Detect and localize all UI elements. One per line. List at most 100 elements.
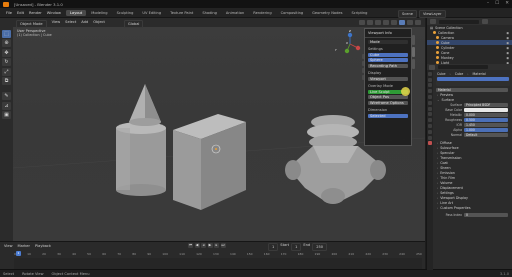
n-panel-field-viewport[interactable]: Viewport (368, 76, 408, 81)
tab-tool-icon[interactable] (428, 71, 432, 76)
n-panel-mode-bar[interactable]: Live Sculpt (368, 86, 410, 96)
rotate-tool-icon[interactable]: ↻ (2, 58, 11, 66)
properties-section[interactable]: › Custom Properties (434, 205, 512, 210)
select-box-icon[interactable]: ⬚ (2, 29, 11, 38)
jump-end-icon[interactable]: ⏭ (220, 243, 226, 248)
gizmo-toggle-icon[interactable] (367, 19, 373, 25)
close-icon[interactable]: ✕ (505, 1, 509, 6)
shading-wireframe-icon[interactable] (391, 19, 397, 25)
cursor-tool-icon[interactable]: ⊕ (2, 39, 11, 47)
current-frame-field[interactable]: 1 (268, 243, 279, 251)
scale-tool-icon[interactable]: ⤢ (2, 67, 11, 76)
add-cube-tool-icon[interactable]: ▣ (2, 111, 11, 119)
property-value-field[interactable]: Principled BSDF (464, 102, 508, 107)
tab-render-icon[interactable] (428, 77, 432, 82)
property-value-field[interactable]: 1.450 (464, 122, 508, 127)
tab-animation[interactable]: Animation (222, 10, 248, 16)
measure-tool-icon[interactable]: ⊿ (2, 101, 11, 110)
tab-data-icon[interactable] (428, 135, 432, 140)
menu-view[interactable]: View (52, 20, 61, 28)
material-slot-selected[interactable] (437, 77, 509, 81)
material-name-field[interactable]: Material (436, 87, 508, 92)
visibility-eye-icon[interactable]: ◉ (506, 36, 509, 40)
tab-scene-icon[interactable] (428, 94, 432, 99)
tab-particles-icon[interactable] (428, 118, 432, 123)
tab-scripting[interactable]: Scripting (347, 10, 371, 16)
mode-selector[interactable]: Object Mode (16, 20, 47, 28)
property-value-field[interactable]: 1.000 (464, 127, 508, 132)
shading-solid-icon[interactable] (399, 19, 405, 25)
pass-index-field[interactable]: 0 (464, 212, 508, 217)
tab-material-icon[interactable] (428, 141, 432, 146)
menu-edit[interactable]: Edit (17, 11, 24, 15)
menu-select[interactable]: Select (65, 20, 76, 28)
menu-object[interactable]: Object (93, 20, 105, 28)
properties-search-input[interactable] (438, 65, 488, 69)
n-panel-wireframe-button[interactable]: Wireframe Options (368, 100, 408, 105)
tab-compositing[interactable]: Compositing (277, 10, 308, 16)
shading-rendered-icon[interactable] (415, 19, 421, 25)
scene-selector[interactable]: Scene (398, 9, 417, 18)
visibility-eye-icon[interactable]: ◉ (506, 56, 509, 60)
menu-window[interactable]: Window (47, 11, 61, 15)
visibility-icon[interactable] (359, 19, 365, 25)
tab-object-icon[interactable] (428, 106, 432, 111)
axis-z-label[interactable]: Z (349, 29, 351, 33)
n-panel-item-recording-path[interactable]: Recording Path (368, 63, 408, 68)
menu-file[interactable]: File (6, 11, 12, 15)
n-panel-field[interactable]: Mode (368, 39, 408, 44)
next-keyframe-icon[interactable]: ▸ (214, 243, 219, 248)
axis-y-label[interactable]: Y (335, 48, 337, 52)
property-value-field[interactable]: 0.500 (464, 117, 508, 122)
properties-type-icon[interactable] (429, 64, 435, 70)
tab-constraints-icon[interactable] (428, 129, 432, 134)
xray-toggle-icon[interactable] (383, 19, 389, 25)
tab-layout[interactable]: Layout (66, 9, 87, 16)
outliner-search-input[interactable] (439, 19, 479, 24)
tab-output-icon[interactable] (428, 83, 432, 88)
visibility-eye-icon[interactable]: ◉ (506, 51, 509, 55)
minimize-icon[interactable]: – (487, 1, 489, 6)
n-panel-section-settings[interactable]: Settings (365, 45, 411, 51)
outliner-display-mode-icon[interactable] (430, 19, 436, 24)
menu-render[interactable]: Render (29, 11, 42, 15)
maximize-icon[interactable]: ☐ (495, 1, 499, 6)
playhead[interactable]: 1 (16, 251, 21, 256)
tab-physics-icon[interactable] (428, 123, 432, 128)
tab-world-icon[interactable] (428, 100, 432, 105)
prev-keyframe-icon[interactable]: ◀ (194, 243, 200, 248)
tab-geometry-nodes[interactable]: Geometry Nodes (308, 10, 346, 16)
play-icon[interactable]: ▶ (207, 243, 213, 248)
overlay-toggle-icon[interactable] (375, 19, 381, 25)
visibility-eye-icon[interactable]: ◉ (506, 41, 509, 45)
visibility-eye-icon[interactable]: ◉ (506, 46, 509, 50)
move-tool-icon[interactable]: ✥ (2, 48, 11, 57)
n-panel-selected-button[interactable]: Selected (368, 113, 408, 118)
keyframe-track[interactable] (14, 258, 422, 269)
tab-view-layer-icon[interactable] (428, 89, 432, 94)
tab-sculpting[interactable]: Sculpting (113, 10, 138, 16)
filter-icon[interactable] (482, 19, 488, 24)
n-panel-item-sphere[interactable]: Sphere (368, 58, 408, 62)
tab-uv-editing[interactable]: UV Editing (138, 10, 165, 16)
n-panel-tab-item[interactable] (412, 35, 415, 45)
end-frame-field[interactable]: 250 (312, 243, 328, 251)
tab-shading[interactable]: Shading (198, 10, 221, 16)
property-value-field[interactable] (464, 107, 508, 112)
timeline-menu-playback[interactable]: Playback (35, 244, 51, 248)
menu-add[interactable]: Add (81, 20, 88, 28)
view-layer-selector[interactable]: ViewLayer (418, 9, 446, 18)
material-slots-list[interactable] (436, 77, 510, 86)
visibility-eye-icon[interactable]: ◉ (506, 31, 509, 35)
tab-modeling[interactable]: Modeling (87, 10, 111, 16)
timeline-menu-view[interactable]: View (4, 244, 13, 248)
shading-material-icon[interactable] (407, 19, 413, 25)
tab-modifier-icon[interactable] (428, 112, 432, 117)
axis-x-label[interactable]: X (346, 41, 348, 45)
transform-orientation[interactable]: Global (123, 20, 144, 28)
n-panel-tab-tool[interactable] (412, 47, 415, 57)
tab-texture-paint[interactable]: Texture Paint (166, 10, 197, 16)
annotate-tool-icon[interactable]: ✎ (2, 92, 11, 100)
n-panel-tab-view[interactable] (412, 59, 415, 69)
property-value-field[interactable]: Default (464, 132, 508, 137)
